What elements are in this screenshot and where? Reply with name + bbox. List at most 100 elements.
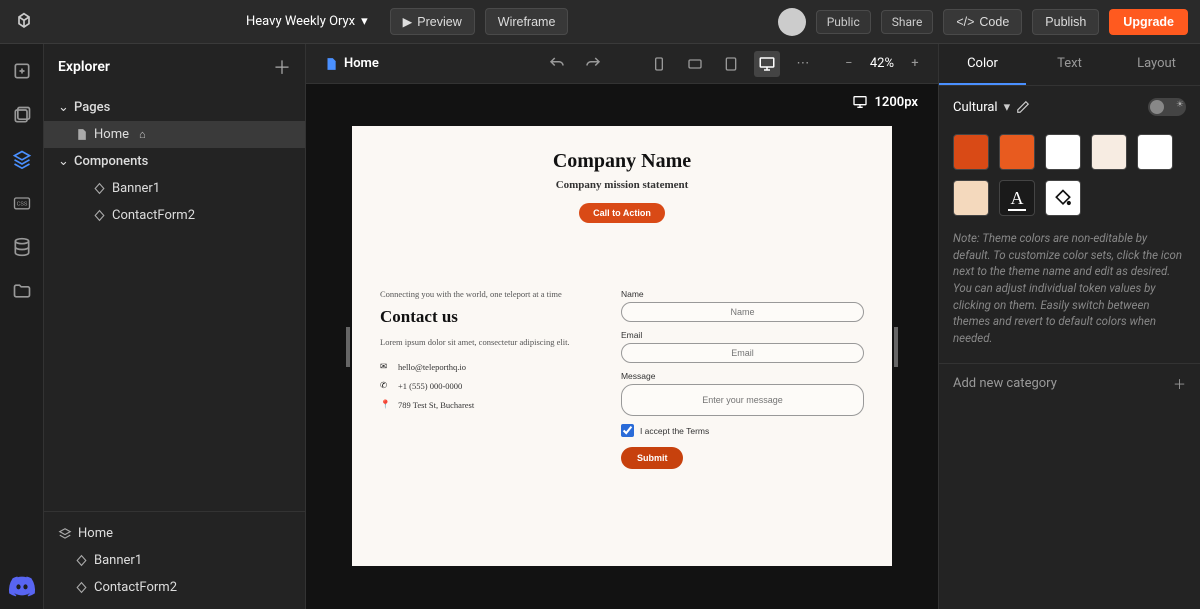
tablet-landscape-button[interactable]	[682, 51, 708, 77]
chevron-down-icon: ⌄	[58, 100, 68, 115]
desktop-icon	[852, 94, 868, 110]
component-icon	[92, 182, 106, 196]
resize-handle-right[interactable]	[894, 327, 898, 367]
explorer-add-button[interactable]: ＋	[273, 54, 291, 80]
svg-text:CSS: CSS	[16, 202, 27, 208]
code-icon: </>	[956, 15, 974, 29]
color-swatches: A	[939, 128, 1200, 230]
app-logo[interactable]	[12, 10, 36, 34]
email-input[interactable]	[621, 343, 864, 363]
color-swatch-2[interactable]	[999, 134, 1035, 170]
outline-item-contactform2[interactable]: ContactForm2	[44, 574, 305, 601]
color-swatch-3[interactable]	[1045, 134, 1081, 170]
mobile-viewport-button[interactable]	[646, 51, 672, 77]
assets-folder-icon[interactable]	[11, 280, 33, 302]
contact-heading: Contact us	[380, 307, 601, 327]
desktop-viewport-button[interactable]	[754, 51, 780, 77]
components-section[interactable]: ⌄ Components	[44, 148, 305, 175]
database-icon[interactable]	[11, 236, 33, 258]
contact-form-component[interactable]: Connecting you with the world, one telep…	[352, 239, 892, 489]
tab-text[interactable]: Text	[1026, 44, 1113, 85]
right-inspector-panel: Color Text Layout Cultural ▾ ☀ A Note: T…	[938, 44, 1200, 609]
email-icon: ✉	[380, 361, 390, 372]
color-swatch-6[interactable]	[953, 180, 989, 216]
add-category-button[interactable]: Add new category ＋	[939, 363, 1200, 403]
play-icon: ▶	[403, 14, 413, 29]
canvas-area[interactable]: 1200px Company Name Company mission stat…	[306, 84, 938, 609]
tab-color[interactable]: Color	[939, 44, 1026, 85]
pages-section[interactable]: ⌄ Pages	[44, 94, 305, 121]
contact-description: Lorem ipsum dolor sit amet, consectetur …	[380, 337, 601, 347]
cta-button[interactable]: Call to Action	[579, 203, 665, 223]
user-avatar[interactable]	[778, 8, 806, 36]
file-icon	[324, 57, 338, 71]
redo-button[interactable]	[580, 51, 606, 77]
outline-root-home[interactable]: Home	[44, 520, 305, 547]
location-icon: 📍	[380, 399, 390, 410]
upgrade-button[interactable]: Upgrade	[1109, 9, 1188, 35]
explorer-panel: Explorer ＋ ⌄ Pages Home ⌂ ⌄ Components	[44, 44, 306, 609]
submit-button[interactable]: Submit	[621, 447, 684, 469]
banner-title: Company Name	[372, 150, 872, 173]
tablet-portrait-button[interactable]	[718, 51, 744, 77]
explorer-title: Explorer	[58, 59, 110, 75]
chevron-down-icon: ⌄	[58, 154, 68, 169]
contact-phone-row: ✆ +1 (555) 000-0000	[380, 380, 601, 391]
text-color-swatch[interactable]: A	[999, 180, 1035, 216]
code-button[interactable]: </> Code	[943, 9, 1022, 35]
preview-button[interactable]: ▶ Preview	[390, 8, 475, 35]
contact-address-row: 📍 789 Test St, Bucharest	[380, 399, 601, 410]
canvas-width-indicator: 1200px	[852, 94, 918, 110]
plus-icon: ＋	[1173, 374, 1186, 393]
banner-subtitle: Company mission statement	[372, 179, 872, 191]
add-element-icon[interactable]	[11, 60, 33, 82]
zoom-value: 42%	[870, 56, 894, 71]
undo-button[interactable]	[544, 51, 570, 77]
home-indicator-icon: ⌂	[139, 128, 146, 141]
message-label: Message	[621, 371, 864, 381]
resize-handle-left[interactable]	[346, 327, 350, 367]
project-title-dropdown[interactable]: Heavy Weekly Oryx ▾	[246, 14, 368, 29]
add-page-icon[interactable]	[11, 104, 33, 126]
terms-checkbox[interactable]	[621, 424, 634, 437]
share-button[interactable]: Share	[881, 10, 934, 34]
stack-icon	[58, 527, 72, 541]
publish-button[interactable]: Publish	[1032, 9, 1099, 35]
terms-label: I accept the Terms	[640, 426, 709, 436]
file-icon	[74, 128, 88, 142]
outline-item-banner1[interactable]: Banner1	[44, 547, 305, 574]
chevron-down-icon[interactable]: ▾	[1004, 100, 1011, 115]
canvas-frame[interactable]: Company Name Company mission statement C…	[352, 126, 892, 566]
banner-component[interactable]: Company Name Company mission statement C…	[352, 126, 892, 239]
edit-theme-icon[interactable]	[1016, 100, 1030, 114]
zoom-in-button[interactable]: +	[902, 51, 928, 77]
fill-tool-swatch[interactable]	[1045, 180, 1081, 216]
component-item-banner1[interactable]: Banner1	[44, 175, 305, 202]
discord-button[interactable]	[8, 573, 36, 601]
wireframe-button[interactable]: Wireframe	[485, 8, 569, 35]
visibility-button[interactable]: Public	[816, 10, 871, 34]
color-swatch-5[interactable]	[1137, 134, 1173, 170]
canvas-tab-home[interactable]: Home	[316, 52, 387, 75]
more-options-button[interactable]: ⋯	[790, 51, 816, 77]
theme-mode-toggle[interactable]: ☀	[1148, 98, 1186, 116]
component-item-contactform2[interactable]: ContactForm2	[44, 202, 305, 229]
name-input[interactable]	[621, 302, 864, 322]
name-label: Name	[621, 289, 864, 299]
color-swatch-1[interactable]	[953, 134, 989, 170]
sun-icon: ☀	[1176, 100, 1184, 110]
layers-icon[interactable]	[11, 148, 33, 170]
message-input[interactable]	[621, 384, 864, 416]
tab-layout[interactable]: Layout	[1113, 44, 1200, 85]
top-toolbar: Heavy Weekly Oryx ▾ ▶ Preview Wireframe …	[0, 0, 1200, 44]
theme-name[interactable]: Cultural	[953, 100, 998, 115]
project-title-text: Heavy Weekly Oryx	[246, 14, 355, 29]
zoom-out-button[interactable]: −	[836, 51, 862, 77]
theme-note: Note: Theme colors are non-editable by d…	[939, 230, 1200, 363]
css-icon[interactable]: CSS	[11, 192, 33, 214]
page-item-home[interactable]: Home ⌂	[44, 121, 305, 148]
color-swatch-4[interactable]	[1091, 134, 1127, 170]
component-icon	[92, 209, 106, 223]
left-icon-rail: CSS	[0, 44, 44, 609]
contact-tagline: Connecting you with the world, one telep…	[380, 289, 601, 299]
